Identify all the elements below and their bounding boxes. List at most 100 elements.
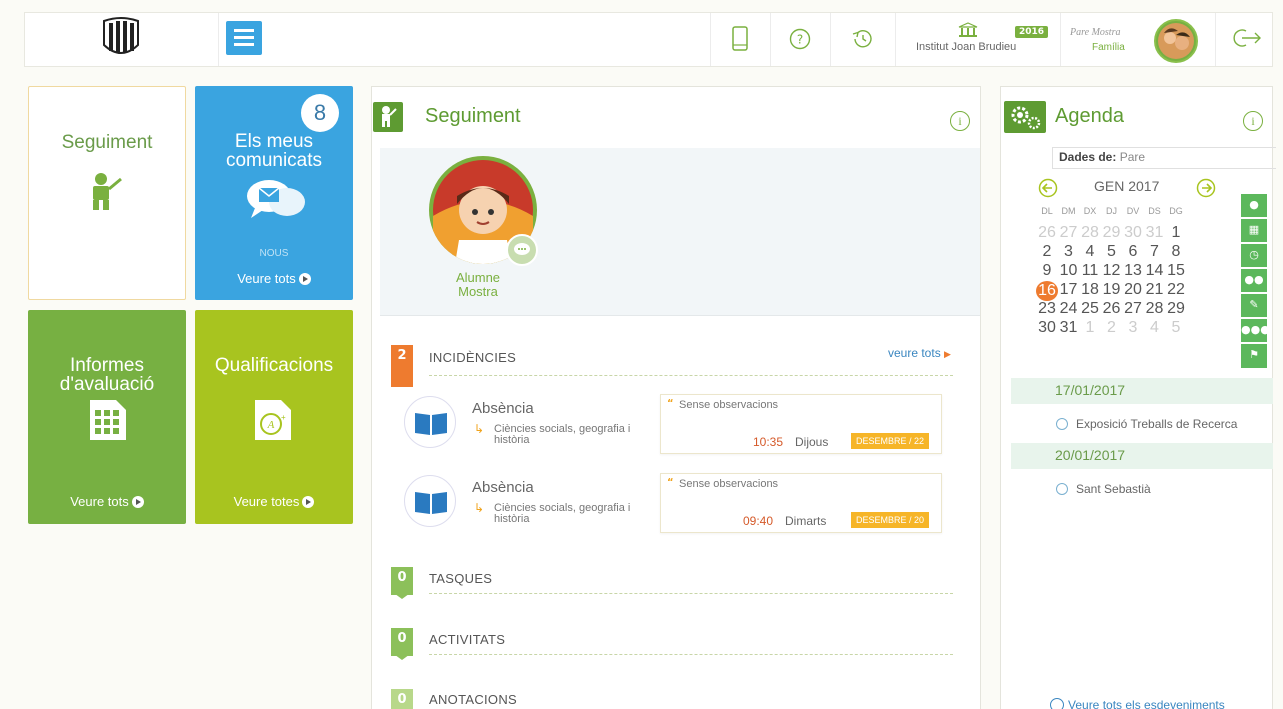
menu-button[interactable] (226, 21, 262, 55)
divider (429, 375, 953, 376)
year-badge[interactable]: 2016 (1015, 26, 1049, 38)
clock-icon: ◷ (1249, 248, 1259, 261)
student-first-name[interactable]: Alumne (430, 270, 526, 285)
observation-text: Sense observacions (679, 478, 779, 490)
calendar-day[interactable]: 11 (1079, 262, 1101, 280)
calendar-day[interactable]: 21 (1144, 281, 1166, 299)
calendar-day[interactable]: 28 (1079, 224, 1101, 242)
side-people-button[interactable]: ●●● (1241, 319, 1270, 343)
institution-logo[interactable] (100, 15, 142, 61)
logout-icon[interactable] (1230, 27, 1262, 49)
calendar-day[interactable]: 8 (1165, 243, 1187, 261)
calendar-day[interactable]: 17 (1058, 281, 1080, 299)
weekday-label: DJ (1106, 206, 1117, 216)
event-item[interactable]: Sant Sebastià (1056, 482, 1151, 496)
incidence-item[interactable]: Absència ↳ Ciències socials, geografia i… (404, 473, 944, 541)
calendar-day-today[interactable]: 16 (1036, 281, 1058, 301)
calendar-day[interactable]: 14 (1144, 262, 1166, 280)
calendar-day[interactable]: 5 (1165, 319, 1187, 337)
calendar-day[interactable]: 10 (1058, 262, 1080, 280)
calendar-day[interactable]: 29 (1165, 300, 1187, 318)
calendar-day[interactable]: 12 (1101, 262, 1123, 280)
tablet-icon[interactable] (731, 26, 749, 52)
tile-informes-title: Informes d'avaluació (59, 355, 155, 395)
tasques-count: 0 (397, 570, 407, 585)
comunicats-see-all-link[interactable]: Veure tots (195, 271, 353, 286)
play-icon (298, 273, 311, 285)
calendar-day[interactable]: 5 (1101, 243, 1123, 261)
calendar-day[interactable]: 31 (1144, 224, 1166, 242)
calendar-day[interactable]: 18 (1079, 281, 1101, 299)
comunicats-see-all-label: Veure tots (237, 271, 296, 286)
tile-seguiment[interactable]: Seguiment (28, 86, 186, 300)
side-clock-button[interactable]: ◷ (1241, 244, 1267, 268)
calendar-day[interactable]: 9 (1036, 262, 1058, 280)
tile-qualificacions[interactable]: Qualificacions A + Veure totes (195, 310, 353, 524)
calendar-day[interactable]: 13 (1122, 262, 1144, 280)
qualificacions-see-all-link[interactable]: Veure totes (195, 494, 353, 509)
calendar-day[interactable]: 30 (1036, 319, 1058, 337)
tasques-section[interactable]: 0 TASQUES (391, 567, 963, 599)
event-item[interactable]: Exposició Treballs de Recerca (1056, 417, 1237, 431)
incidence-item[interactable]: Absència ↳ Ciències socials, geografia i… (404, 394, 944, 462)
side-user-button[interactable]: ● (1241, 194, 1267, 218)
tile-comunicats[interactable]: 8 Els meus comunicats NOUS Veure tots (195, 86, 353, 300)
history-icon[interactable] (850, 28, 874, 50)
anotacions-count-badge: 0 (391, 689, 413, 709)
calendar-day[interactable]: 22 (1165, 281, 1187, 299)
clock-icon (1056, 483, 1068, 495)
informes-see-all-link[interactable]: Veure tots (28, 494, 186, 509)
calendar-day[interactable]: 15 (1165, 262, 1187, 280)
calendar-day[interactable]: 30 (1122, 224, 1144, 242)
incidence-title: Absència (472, 479, 534, 496)
incidencies-section: 2 INCIDÈNCIES veure tots ▶ (391, 345, 963, 387)
side-calendar-button[interactable]: ▦ (1241, 219, 1267, 243)
anotacions-section[interactable]: 0 ANOTACIONS (391, 689, 963, 709)
help-icon[interactable]: ? (789, 28, 811, 50)
see-all-events-link[interactable]: Veure tots els esdeveniments (1050, 698, 1225, 709)
calendar-day[interactable]: 27 (1058, 224, 1080, 242)
user-avatar[interactable] (1154, 19, 1198, 63)
calendar-day[interactable]: 26 (1036, 224, 1058, 242)
calendar-day[interactable]: 24 (1058, 300, 1080, 318)
data-selector[interactable]: Dades de: Pare (1052, 147, 1276, 169)
calendar-day[interactable]: 2 (1101, 319, 1123, 337)
chat-icon[interactable] (506, 234, 538, 266)
side-flag-button[interactable]: ⚑ (1241, 344, 1267, 369)
calendar-day[interactable]: 19 (1101, 281, 1123, 299)
calendar-day[interactable]: 2 (1036, 243, 1058, 261)
svg-text:A: A (267, 419, 275, 431)
incidence-day: Dimarts (785, 514, 827, 528)
calendar-day[interactable]: 28 (1144, 300, 1166, 318)
calendar-day[interactable]: 1 (1079, 319, 1101, 337)
side-group-button[interactable]: ●● (1241, 269, 1267, 293)
calendar-day[interactable]: 31 (1058, 319, 1080, 337)
calendar-day[interactable]: 3 (1058, 243, 1080, 261)
incidence-time: 10:35 (753, 435, 784, 449)
calendar-day[interactable]: 26 (1101, 300, 1123, 318)
event-title: Sant Sebastià (1076, 482, 1151, 496)
incidencies-see-all-label: veure tots (888, 346, 941, 360)
student-last-name[interactable]: Mostra (430, 284, 526, 299)
calendar-day[interactable]: 7 (1144, 243, 1166, 261)
next-month-icon[interactable] (1196, 178, 1216, 198)
tile-informes[interactable]: Informes d'avaluació Veure tots (28, 310, 186, 524)
see-all-events-label: Veure tots els esdeveniments (1068, 698, 1225, 709)
calendar-day[interactable]: 23 (1036, 300, 1058, 318)
calendar-day[interactable]: 6 (1122, 243, 1144, 261)
prev-month-icon[interactable] (1038, 178, 1058, 198)
calendar-day[interactable]: 4 (1079, 243, 1101, 261)
incidence-day: Dijous (795, 435, 829, 449)
calendar-day[interactable]: 20 (1122, 281, 1144, 299)
info-icon[interactable]: i (1243, 111, 1263, 131)
activitats-section[interactable]: 0 ACTIVITATS (391, 628, 963, 660)
incidencies-see-all-link[interactable]: veure tots ▶ (888, 346, 951, 360)
calendar-day[interactable]: 3 (1122, 319, 1144, 337)
calendar-day[interactable]: 29 (1101, 224, 1123, 242)
info-icon[interactable]: i (950, 111, 970, 131)
calendar-day[interactable]: 27 (1122, 300, 1144, 318)
side-edit-button[interactable]: ✎ (1241, 294, 1267, 318)
calendar-day[interactable]: 4 (1144, 319, 1166, 337)
calendar-day[interactable]: 1 (1165, 224, 1187, 242)
calendar-day[interactable]: 25 (1079, 300, 1101, 318)
